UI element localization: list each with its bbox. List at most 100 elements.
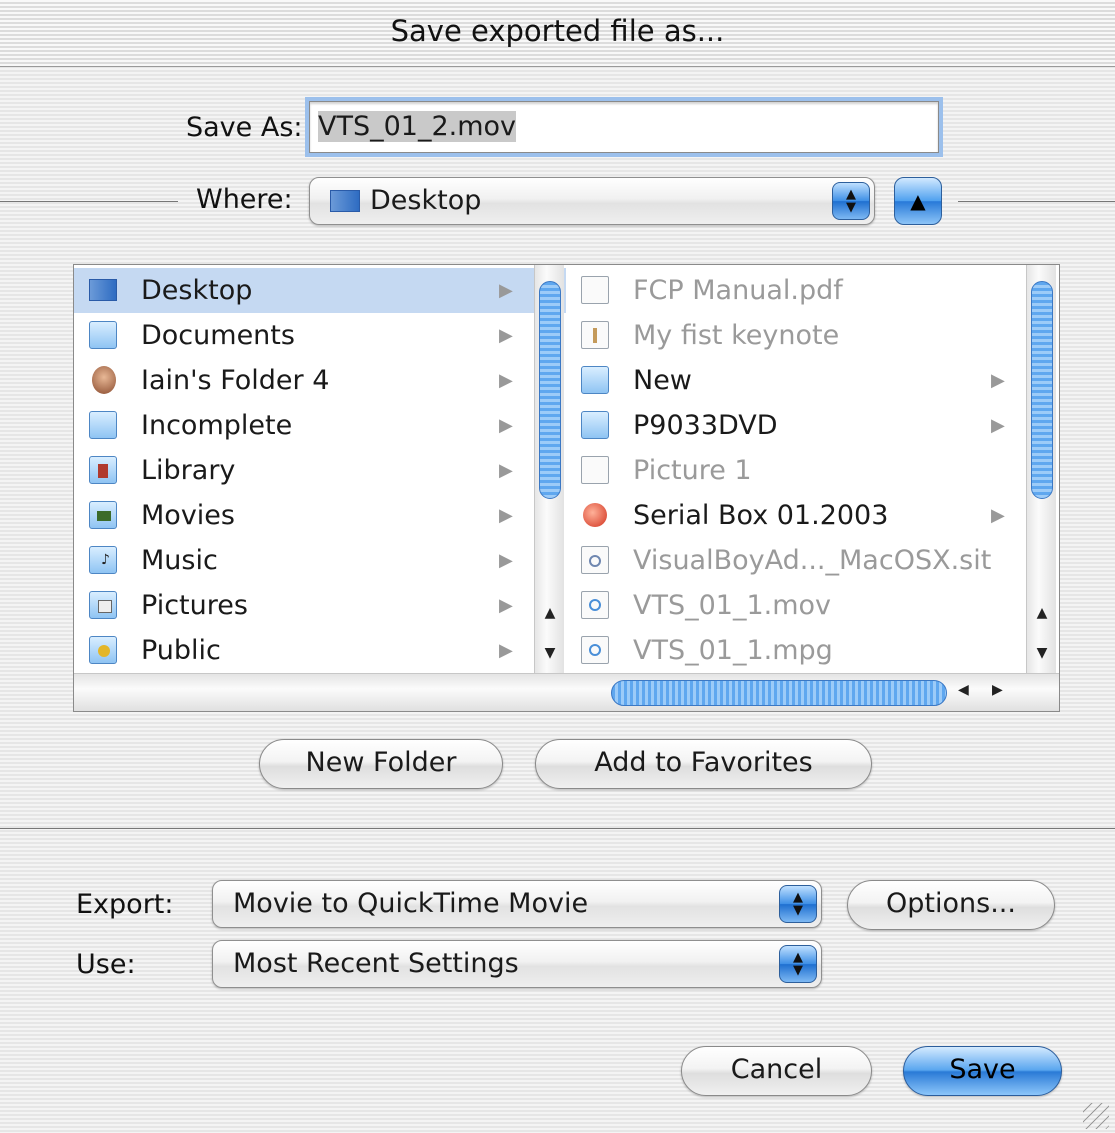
export-popup[interactable]: Movie to QuickTime Movie ▲ ▼: [212, 880, 822, 928]
list-item[interactable]: VTS_01_1.mov: [566, 583, 1060, 628]
list-item[interactable]: Incomplete ▶: [74, 403, 566, 448]
disclosure-arrow-icon: ▶: [499, 640, 513, 661]
list-item[interactable]: Desktop ▶: [74, 268, 566, 313]
list-item-label: Music: [141, 545, 218, 576]
scroll-down-arrow-icon[interactable]: ▼: [535, 645, 565, 661]
list-item[interactable]: Picture 1: [566, 448, 1060, 493]
use-label: Use:: [76, 949, 136, 980]
public-folder-icon: [89, 636, 117, 664]
list-item-label: Documents: [141, 320, 295, 351]
popup-stepper-icon: ▲ ▼: [779, 885, 817, 923]
list-item[interactable]: My fist keynote: [566, 313, 1060, 358]
where-value: Desktop: [370, 185, 482, 216]
quicktime-movie-icon: [581, 636, 609, 664]
disclosure-arrow-icon: ▶: [991, 370, 1005, 391]
cancel-button[interactable]: Cancel: [681, 1046, 872, 1096]
save-button[interactable]: Save: [903, 1046, 1062, 1096]
serial-box-app-icon: [583, 503, 607, 527]
desktop-icon: [330, 190, 360, 212]
list-item[interactable]: VTS_01_1.mpg: [566, 628, 1060, 673]
scroll-thumb[interactable]: [539, 281, 561, 499]
user-avatar-icon: [92, 366, 116, 394]
save-as-value: VTS_01_2.mov: [318, 111, 517, 142]
new-folder-button[interactable]: New Folder: [259, 739, 503, 789]
scroll-left-arrow-icon[interactable]: ◀: [958, 682, 969, 698]
list-item-label: Iain's Folder 4: [141, 365, 330, 396]
list-item-label: VisualBoyAd..._MacOSX.sit: [633, 545, 992, 576]
list-item[interactable]: ♪ Music ▶: [74, 538, 566, 583]
list-item-label: New: [633, 365, 692, 396]
list-item[interactable]: Serial Box 01.2003 ▶: [566, 493, 1060, 538]
list-item[interactable]: FCP Manual.pdf: [566, 268, 1060, 313]
disclosure-arrow-icon: ▶: [499, 325, 513, 346]
list-item[interactable]: Iain's Folder 4 ▶: [74, 358, 566, 403]
disclosure-arrow-icon: ▶: [499, 280, 513, 301]
disclosure-arrow-icon: ▶: [499, 370, 513, 391]
file-browser[interactable]: Desktop ▶ Documents ▶ Iain's Folder 4 ▶ …: [73, 264, 1060, 712]
horizontal-scroll-thumb[interactable]: [611, 680, 947, 706]
list-item-label: My fist keynote: [633, 320, 840, 351]
library-folder-icon: [89, 456, 117, 484]
scroll-up-arrow-icon[interactable]: ▲: [1027, 605, 1057, 621]
popup-stepper-icon: ▲ ▼: [832, 182, 870, 220]
disclosure-arrow-icon: ▶: [991, 505, 1005, 526]
add-to-favorites-button[interactable]: Add to Favorites: [535, 739, 872, 789]
list-item-label: Serial Box 01.2003: [633, 500, 889, 531]
keynote-file-icon: [581, 321, 609, 349]
scroll-up-arrow-icon[interactable]: ▲: [535, 605, 565, 621]
list-item-label: VTS_01_1.mov: [633, 590, 832, 621]
save-as-input[interactable]: VTS_01_2.mov: [309, 101, 939, 153]
horizontal-scrollbar[interactable]: ◀ ▶: [74, 673, 1059, 711]
scroll-right-arrow-icon[interactable]: ▶: [992, 682, 1003, 698]
music-folder-icon: ♪: [89, 546, 117, 574]
desktop-icon: [89, 279, 117, 301]
pdf-file-icon: [581, 456, 609, 484]
where-label: Where:: [196, 184, 293, 215]
disclosure-arrow-icon: ▶: [499, 550, 513, 571]
column-2-scrollbar[interactable]: ▲ ▼: [1026, 265, 1056, 673]
folder-icon: [581, 366, 609, 394]
folder-icon: [89, 411, 117, 439]
list-item-label: Public: [141, 635, 221, 666]
browser-column-1: Desktop ▶ Documents ▶ Iain's Folder 4 ▶ …: [74, 265, 566, 673]
list-item-label: Desktop: [141, 275, 253, 306]
movies-folder-icon: [89, 501, 117, 529]
list-item[interactable]: Public ▶: [74, 628, 566, 673]
scroll-down-arrow-icon[interactable]: ▼: [1027, 645, 1057, 661]
export-label: Export:: [76, 889, 174, 920]
quicktime-movie-icon: [581, 591, 609, 619]
resize-grip-icon[interactable]: [1083, 1103, 1109, 1129]
options-button[interactable]: Options...: [847, 880, 1055, 930]
browser-column-2: FCP Manual.pdf My fist keynote New ▶ P90…: [566, 265, 1060, 673]
expand-collapse-button[interactable]: ▲: [894, 177, 942, 225]
window-title: Save exported file as...: [390, 14, 725, 48]
list-item[interactable]: Library ▶: [74, 448, 566, 493]
list-item-label: Incomplete: [141, 410, 293, 441]
list-item[interactable]: Pictures ▶: [74, 583, 566, 628]
scroll-thumb[interactable]: [1031, 281, 1053, 499]
disclosure-arrow-icon: ▶: [499, 505, 513, 526]
list-item-label: Movies: [141, 500, 235, 531]
list-item-label: VTS_01_1.mpg: [633, 635, 833, 666]
list-item[interactable]: New ▶: [566, 358, 1060, 403]
column-1-scrollbar[interactable]: ▲ ▼: [534, 265, 564, 673]
documents-folder-icon: [89, 321, 117, 349]
list-item[interactable]: Movies ▶: [74, 493, 566, 538]
list-item[interactable]: Documents ▶: [74, 313, 566, 358]
use-value: Most Recent Settings: [233, 948, 519, 979]
export-value: Movie to QuickTime Movie: [233, 888, 589, 919]
disclosure-arrow-icon: ▶: [499, 415, 513, 436]
list-item[interactable]: P9033DVD ▶: [566, 403, 1060, 448]
divider-right: [958, 201, 1115, 202]
list-item-label: Pictures: [141, 590, 248, 621]
where-popup[interactable]: Desktop ▲ ▼: [309, 177, 875, 225]
disclosure-arrow-icon: ▶: [991, 415, 1005, 436]
pdf-file-icon: [581, 276, 609, 304]
list-item-label: FCP Manual.pdf: [633, 275, 843, 306]
list-item[interactable]: VisualBoyAd..._MacOSX.sit: [566, 538, 1060, 583]
section-divider: [0, 828, 1115, 829]
folder-icon: [581, 411, 609, 439]
use-popup[interactable]: Most Recent Settings ▲ ▼: [212, 940, 822, 988]
popup-stepper-icon: ▲ ▼: [779, 945, 817, 983]
list-item-label: Library: [141, 455, 236, 486]
